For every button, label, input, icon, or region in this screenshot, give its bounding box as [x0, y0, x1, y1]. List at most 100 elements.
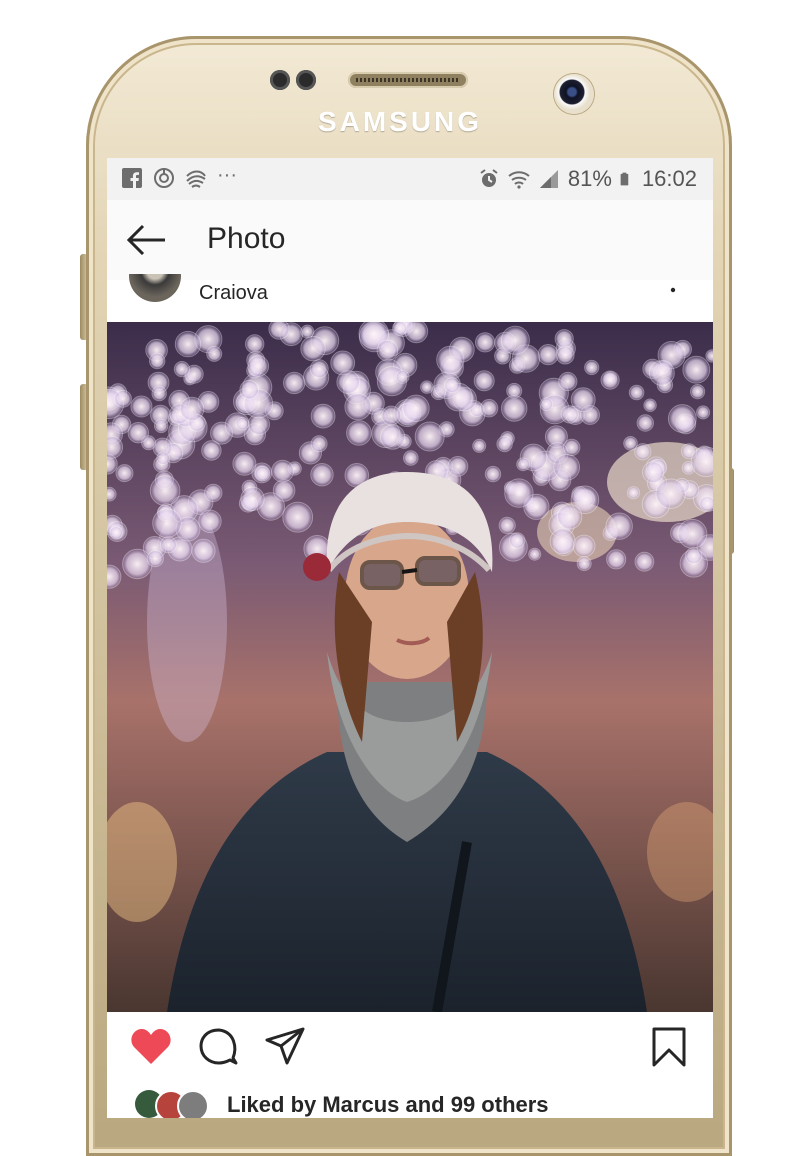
- bokeh-light: [549, 528, 576, 555]
- status-bar: ··· 81% 16:02: [107, 158, 713, 200]
- bokeh-light: [682, 355, 711, 384]
- bokeh-light: [268, 322, 290, 340]
- bokeh-light: [191, 538, 216, 563]
- bokeh-light: [556, 504, 583, 530]
- heart-icon[interactable]: [129, 1026, 173, 1066]
- bokeh-light: [156, 451, 170, 466]
- bokeh-light: [174, 330, 202, 358]
- page-title: Photo: [207, 222, 286, 255]
- bokeh-light: [600, 370, 620, 390]
- bokeh-light: [206, 345, 223, 362]
- bokeh-light: [696, 405, 711, 420]
- bokeh-light: [655, 478, 686, 509]
- bokeh-light: [235, 416, 250, 431]
- bokeh-light: [245, 334, 265, 354]
- bokeh-light: [420, 380, 434, 394]
- more-options-icon[interactable]: [669, 284, 677, 308]
- likes-count[interactable]: Liked by Marcus and 99 others: [227, 1092, 549, 1118]
- battery-icon: [620, 172, 629, 186]
- proximity-sensor: [270, 70, 290, 90]
- bokeh-light: [606, 549, 627, 570]
- comment-icon[interactable]: [199, 1026, 239, 1066]
- bokeh-light: [300, 335, 326, 362]
- bokeh-light: [504, 478, 534, 508]
- bokeh-light: [576, 556, 592, 572]
- bokeh-light: [667, 404, 697, 433]
- bokeh-light: [539, 397, 554, 411]
- bokeh-light: [149, 475, 181, 506]
- bokeh-light: [444, 377, 461, 394]
- bokeh-light: [380, 424, 406, 450]
- app-bar: Photo: [107, 200, 713, 281]
- bokeh-light: [699, 495, 713, 512]
- bokeh-light: [553, 453, 581, 481]
- bokeh-light: [537, 343, 559, 366]
- bokeh-light: [204, 483, 223, 503]
- avatar[interactable]: [129, 274, 181, 304]
- bokeh-light: [271, 459, 295, 483]
- bokeh-light: [642, 461, 665, 484]
- bokeh-light: [643, 398, 657, 412]
- phone-screen: ··· 81% 16:02 Photo Craiova Liked by Mar…: [107, 158, 713, 1118]
- earpiece-speaker: [348, 72, 468, 88]
- bokeh-light: [173, 361, 191, 378]
- post-actions: [107, 1012, 713, 1082]
- bokeh-light: [402, 394, 430, 423]
- bokeh-light: [626, 486, 641, 500]
- arrow-left-icon[interactable]: [125, 222, 169, 258]
- wifi-icon: [508, 171, 530, 189]
- bokeh-light: [310, 435, 328, 453]
- post-header: Craiova: [107, 274, 713, 322]
- bokeh-light: [472, 438, 487, 453]
- bokeh-light: [107, 486, 117, 502]
- post-image: [107, 322, 713, 1012]
- bokeh-light: [498, 516, 516, 534]
- bokeh-light: [475, 332, 496, 353]
- bokeh-light: [310, 463, 334, 487]
- bookmark-icon[interactable]: [651, 1026, 687, 1068]
- bokeh-light: [146, 550, 164, 568]
- bokeh-light: [605, 512, 633, 540]
- bokeh-light: [554, 329, 574, 349]
- post-photo[interactable]: [107, 322, 713, 1012]
- bokeh-light: [563, 438, 581, 457]
- alarm-icon: [480, 169, 498, 187]
- share-icon[interactable]: [265, 1026, 305, 1066]
- bokeh-light: [149, 352, 166, 370]
- bokeh-light: [395, 370, 410, 384]
- bokeh-light: [336, 370, 360, 394]
- bokeh-light: [130, 395, 153, 418]
- more-notifications-icon: ···: [217, 163, 237, 186]
- bokeh-light: [240, 486, 265, 512]
- bokeh-light: [344, 393, 372, 421]
- bokeh-light: [584, 359, 600, 376]
- bokeh-light: [516, 457, 531, 472]
- bokeh-light: [560, 405, 579, 424]
- bokeh-light: [496, 435, 513, 453]
- bokeh-light: [232, 451, 257, 476]
- bokeh-light: [254, 465, 271, 482]
- bokeh-light: [649, 360, 675, 386]
- bokeh-light: [309, 359, 329, 379]
- bokeh-light: [247, 355, 270, 377]
- bokeh-light: [484, 465, 502, 483]
- bokeh-light: [634, 551, 655, 572]
- bokeh-light: [572, 534, 596, 558]
- bokeh-light: [114, 389, 132, 408]
- bokeh-light: [179, 396, 205, 422]
- bokeh-light: [122, 548, 153, 580]
- bokeh-light: [282, 501, 314, 533]
- bokeh-light: [500, 325, 530, 355]
- post-location[interactable]: Craiova: [199, 282, 268, 305]
- bokeh-light: [623, 436, 638, 451]
- light-sensor: [296, 70, 316, 90]
- bokeh-light: [159, 536, 177, 554]
- bokeh-light: [115, 464, 134, 483]
- bokeh-light: [152, 508, 182, 538]
- battery-percent: 81%: [567, 166, 612, 191]
- bokeh-light: [392, 322, 408, 336]
- bokeh-light: [141, 435, 157, 451]
- bokeh-light: [677, 518, 708, 549]
- bokeh-light: [528, 547, 542, 561]
- bokeh-light: [690, 384, 706, 400]
